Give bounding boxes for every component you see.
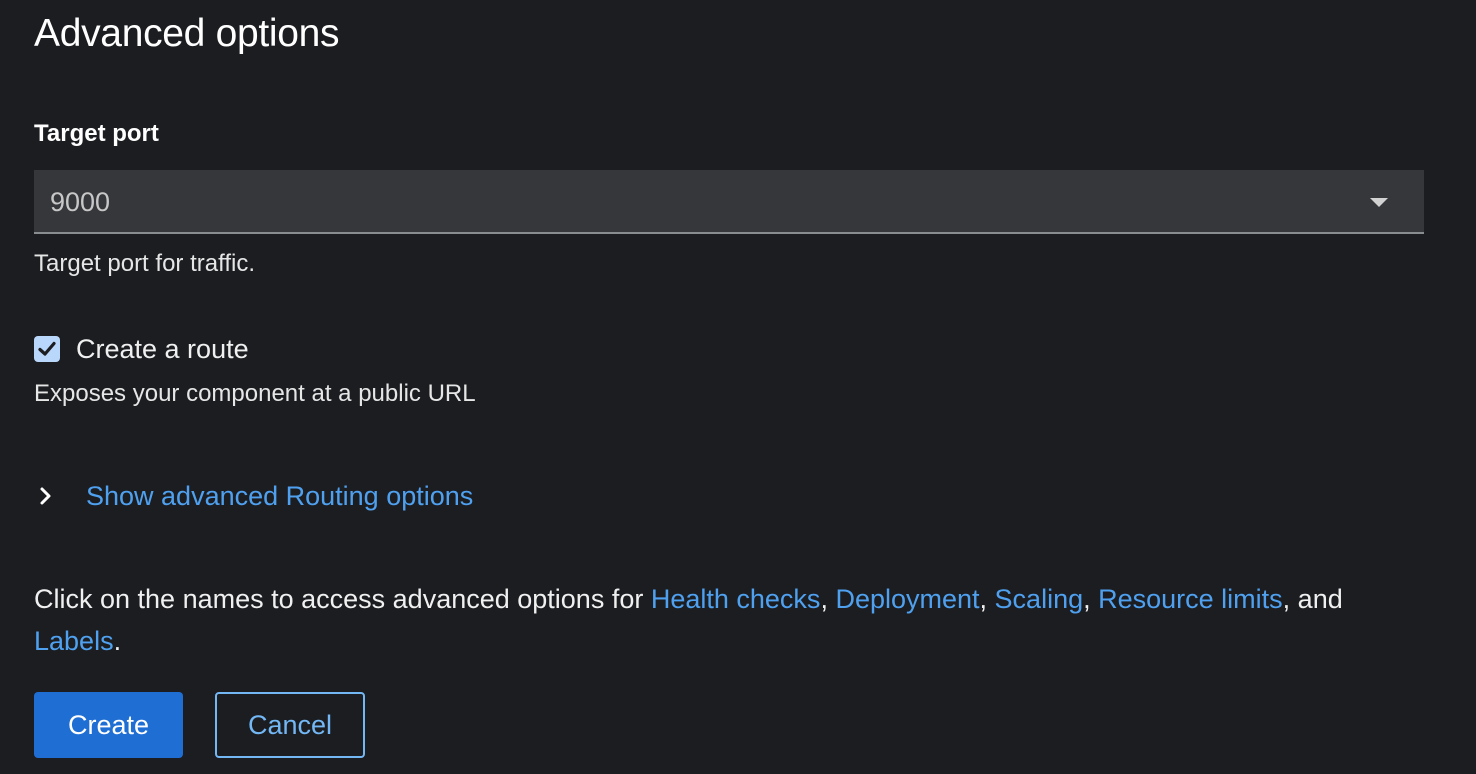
create-route-row: Create a route: [34, 333, 249, 365]
info-end: .: [113, 626, 122, 656]
target-port-helper: Target port for traffic.: [34, 250, 255, 277]
scaling-link[interactable]: Scaling: [995, 584, 1084, 614]
target-port-select[interactable]: 9000: [34, 170, 1424, 234]
deployment-link[interactable]: Deployment: [835, 584, 979, 614]
info-separator: ,: [979, 584, 995, 614]
create-route-checkbox[interactable]: [34, 336, 60, 362]
labels-link[interactable]: Labels: [34, 626, 114, 656]
create-route-label[interactable]: Create a route: [76, 333, 249, 365]
create-route-description: Exposes your component at a public URL: [34, 380, 476, 407]
advanced-options-form: Advanced options Target port 9000 Target…: [0, 0, 1476, 774]
advanced-routing-toggle[interactable]: Show advanced Routing options: [34, 479, 473, 513]
cancel-button[interactable]: Cancel: [215, 692, 365, 758]
info-prefix: Click on the names to access advanced op…: [34, 584, 651, 614]
advanced-routing-label[interactable]: Show advanced Routing options: [86, 479, 473, 513]
resource-limits-link[interactable]: Resource limits: [1098, 584, 1283, 614]
info-and: , and: [1282, 584, 1343, 614]
checkmark-icon: [38, 341, 56, 356]
advanced-options-info: Click on the names to access advanced op…: [34, 578, 1434, 662]
target-port-label: Target port: [34, 120, 159, 147]
info-separator: ,: [1083, 584, 1099, 614]
create-button[interactable]: Create: [34, 692, 183, 758]
chevron-right-icon: [34, 484, 58, 508]
target-port-value: 9000: [50, 187, 111, 217]
section-title: Advanced options: [34, 12, 340, 55]
info-separator: ,: [820, 584, 836, 614]
health-checks-link[interactable]: Health checks: [651, 584, 821, 614]
caret-down-icon: [1370, 198, 1388, 207]
